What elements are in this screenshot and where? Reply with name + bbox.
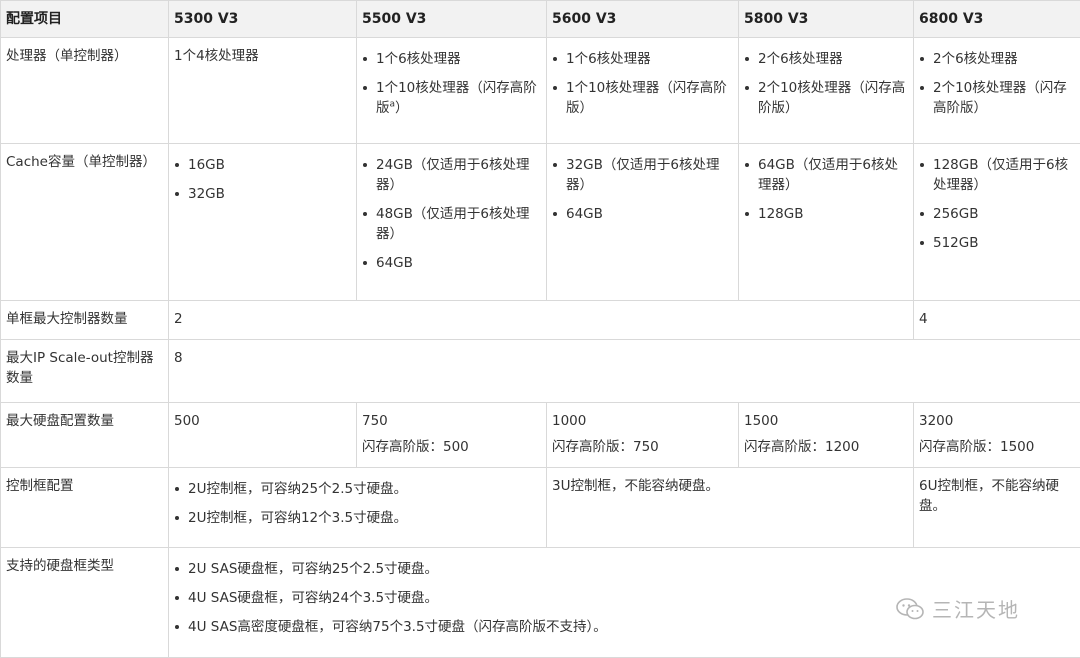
cell-5500: 1个6核处理器 1个10核处理器（闪存高阶版a） bbox=[357, 38, 547, 144]
header-5300: 5300 V3 bbox=[169, 1, 357, 38]
list-item: 48GB（仅适用于6核处理器） bbox=[362, 204, 540, 244]
cell-5800: 64GB（仅适用于6核处理器） 128GB bbox=[739, 144, 914, 301]
row-label: 最大IP Scale-out控制器数量 bbox=[1, 340, 169, 403]
list-item: 256GB bbox=[919, 204, 1074, 224]
list-item: 2个10核处理器（闪存高阶版） bbox=[919, 78, 1074, 118]
row-label: Cache容量（单控制器） bbox=[1, 144, 169, 301]
list-item: 64GB bbox=[552, 204, 732, 224]
row-cpu: 处理器（单控制器） 1个4核处理器 1个6核处理器 1个10核处理器（闪存高阶版… bbox=[1, 38, 1080, 144]
header-5800: 5800 V3 bbox=[739, 1, 914, 38]
cell-3u: 3U控制框，不能容纳硬盘。 bbox=[547, 468, 914, 548]
cell-6u: 6U控制框，不能容纳硬盘。 bbox=[914, 468, 1080, 548]
row-enclosure: 控制框配置 2U控制框，可容纳25个2.5寸硬盘。 2U控制框，可容纳12个3.… bbox=[1, 468, 1080, 548]
list-item: 64GB bbox=[362, 253, 540, 273]
list-item: 1个6核处理器 bbox=[362, 49, 540, 69]
row-max-disks: 最大硬盘配置数量 500 750闪存高阶版：500 1000闪存高阶版：750 … bbox=[1, 403, 1080, 468]
row-label: 单框最大控制器数量 bbox=[1, 301, 169, 340]
row-label: 最大硬盘配置数量 bbox=[1, 403, 169, 468]
spec-table: 配置项目 5300 V3 5500 V3 5600 V3 5800 V3 680… bbox=[0, 0, 1080, 658]
row-label: 支持的硬盘框类型 bbox=[1, 548, 169, 658]
cell-6800: 3200闪存高阶版：1500 bbox=[914, 403, 1080, 468]
list-item: 2个6核处理器 bbox=[744, 49, 907, 69]
list-item: 1个10核处理器（闪存高阶版a） bbox=[362, 78, 540, 118]
header-row: 配置项目 5300 V3 5500 V3 5600 V3 5800 V3 680… bbox=[1, 1, 1080, 38]
row-max-controllers: 单框最大控制器数量 2 4 bbox=[1, 301, 1080, 340]
cell-6800: 2个6核处理器 2个10核处理器（闪存高阶版） bbox=[914, 38, 1080, 144]
list-item: 1个6核处理器 bbox=[552, 49, 732, 69]
header-5500: 5500 V3 bbox=[357, 1, 547, 38]
header-6800: 6800 V3 bbox=[914, 1, 1080, 38]
list-item: 16GB bbox=[174, 155, 350, 175]
list-item: 2个10核处理器（闪存高阶版） bbox=[744, 78, 907, 118]
watermark: 三江天地 bbox=[896, 594, 1020, 623]
list-item: 24GB（仅适用于6核处理器） bbox=[362, 155, 540, 195]
cell-5600: 1000闪存高阶版：750 bbox=[547, 403, 739, 468]
wechat-icon bbox=[896, 598, 924, 620]
cell-value: 8 bbox=[169, 340, 1080, 403]
row-label: 控制框配置 bbox=[1, 468, 169, 548]
cell-5500: 24GB（仅适用于6核处理器） 48GB（仅适用于6核处理器） 64GB bbox=[357, 144, 547, 301]
watermark-text: 三江天地 bbox=[932, 594, 1020, 623]
cell-5300: 1个4核处理器 bbox=[169, 38, 357, 144]
list-item: 512GB bbox=[919, 233, 1074, 253]
list-item: 2U控制框，可容纳25个2.5寸硬盘。 bbox=[174, 479, 540, 499]
cell-6800: 4 bbox=[914, 301, 1080, 340]
cell-6800: 128GB（仅适用于6核处理器） 256GB 512GB bbox=[914, 144, 1080, 301]
cell-5800: 2个6核处理器 2个10核处理器（闪存高阶版） bbox=[739, 38, 914, 144]
list-item: 2个6核处理器 bbox=[919, 49, 1074, 69]
list-item: 1个10核处理器（闪存高阶版） bbox=[552, 78, 732, 118]
cell-5300: 16GB 32GB bbox=[169, 144, 357, 301]
cell-5500: 750闪存高阶版：500 bbox=[357, 403, 547, 468]
list-item: 32GB（仅适用于6核处理器） bbox=[552, 155, 732, 195]
list-item: 64GB（仅适用于6核处理器） bbox=[744, 155, 907, 195]
row-scaleout: 最大IP Scale-out控制器数量 8 bbox=[1, 340, 1080, 403]
row-label: 处理器（单控制器） bbox=[1, 38, 169, 144]
list-item: 128GB（仅适用于6核处理器） bbox=[919, 155, 1074, 195]
list-item: 32GB bbox=[174, 184, 350, 204]
cell-5600: 1个6核处理器 1个10核处理器（闪存高阶版） bbox=[547, 38, 739, 144]
cell-2u: 2U控制框，可容纳25个2.5寸硬盘。 2U控制框，可容纳12个3.5寸硬盘。 bbox=[169, 468, 547, 548]
row-cache: Cache容量（单控制器） 16GB 32GB 24GB（仅适用于6核处理器） … bbox=[1, 144, 1080, 301]
cell-value: 2 bbox=[169, 301, 914, 340]
list-item: 128GB bbox=[744, 204, 907, 224]
cell-5300: 500 bbox=[169, 403, 357, 468]
list-item: 2U控制框，可容纳12个3.5寸硬盘。 bbox=[174, 508, 540, 528]
header-item: 配置项目 bbox=[1, 1, 169, 38]
list-item: 2U SAS硬盘框，可容纳25个2.5寸硬盘。 bbox=[174, 559, 1074, 579]
header-5600: 5600 V3 bbox=[547, 1, 739, 38]
cell-5600: 32GB（仅适用于6核处理器） 64GB bbox=[547, 144, 739, 301]
cell-5800: 1500闪存高阶版：1200 bbox=[739, 403, 914, 468]
